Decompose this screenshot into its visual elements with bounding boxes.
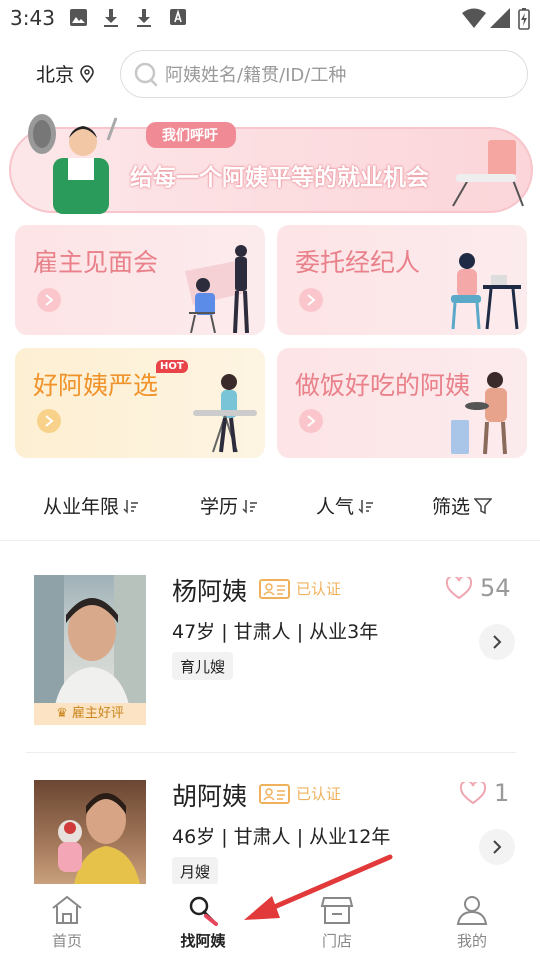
card-arrow-icon xyxy=(37,288,61,312)
tab-label: 我的 xyxy=(456,932,487,950)
card-selected-aunt[interactable]: 好阿姨严选 HOT xyxy=(15,348,265,458)
banner-slogan: 给每一个阿姨平等的就业机会 xyxy=(130,165,429,191)
sort-icon xyxy=(123,499,139,514)
filter-screen[interactable]: 筛选 xyxy=(432,492,493,519)
avatar: ♛ 雇主好评 xyxy=(34,575,146,725)
tab-mine[interactable]: 我的 xyxy=(427,894,517,951)
bottom-tab-bar: 首页 找阿姨 门店 我的 xyxy=(0,884,540,960)
card-good-cook[interactable]: 做饭好吃的阿姨 xyxy=(277,348,527,458)
certified-label: 已认证 xyxy=(296,785,342,803)
tab-home[interactable]: 首页 xyxy=(22,894,112,951)
tab-label: 首页 xyxy=(51,932,82,950)
tab-store[interactable]: 门店 xyxy=(292,894,382,951)
home-icon xyxy=(52,895,82,924)
banner-tag: 我们呼吁 xyxy=(162,128,218,144)
user-icon xyxy=(456,896,488,925)
like-count[interactable]: 1 xyxy=(460,779,509,807)
card-employer-meeting[interactable]: 雇主见面会 xyxy=(15,225,265,335)
sort-icon xyxy=(358,499,374,514)
like-number: 1 xyxy=(494,779,510,807)
avatar xyxy=(34,780,146,884)
heart-icon xyxy=(460,782,486,804)
location-pin-icon xyxy=(80,64,94,83)
filter-label: 人气 xyxy=(316,496,355,518)
divider xyxy=(26,752,516,753)
location-selector[interactable]: 北京 xyxy=(36,60,94,87)
job-tag: 月嫂 xyxy=(172,857,219,885)
filter-label: 从业年限 xyxy=(43,496,120,518)
badge-label: 雇主好评 xyxy=(71,706,124,721)
download-icon xyxy=(103,9,119,27)
promo-banner[interactable]: 我们呼吁 给每一个阿姨平等的就业机会 xyxy=(8,110,534,214)
filter-label: 筛选 xyxy=(432,496,471,518)
aunt-name: 杨阿姨 xyxy=(172,577,248,606)
location-label: 北京 xyxy=(36,64,75,86)
ironing-illustration xyxy=(193,374,257,453)
filter-popularity[interactable]: 人气 xyxy=(316,492,374,519)
certified-badge: 已认证 xyxy=(259,783,341,804)
id-card-icon xyxy=(259,578,290,599)
job-tag: 育儿嫂 xyxy=(172,652,234,680)
filter-experience[interactable]: 从业年限 xyxy=(43,492,139,519)
filter-education[interactable]: 学历 xyxy=(200,492,258,519)
tab-find-aunt[interactable]: 找阿姨 xyxy=(158,894,248,951)
text-notification-icon xyxy=(170,9,186,25)
filter-bar: 从业年限 学历 人气 筛选 xyxy=(0,480,540,532)
image-notification-icon xyxy=(70,9,87,26)
card-delegate-agent[interactable]: 委托经纪人 xyxy=(277,225,527,335)
chevron-right-icon[interactable] xyxy=(479,624,515,660)
battery-icon xyxy=(518,8,530,34)
card-arrow-icon xyxy=(299,288,323,312)
signal-icon xyxy=(490,8,510,32)
tab-label: 门店 xyxy=(321,932,352,950)
divider xyxy=(0,540,540,541)
search-icon xyxy=(134,62,158,87)
certified-label: 已认证 xyxy=(296,580,342,598)
aunt-info: 47岁 | 甘肃人 | 从业3年 xyxy=(172,621,379,643)
download-icon xyxy=(136,9,152,27)
id-card-icon xyxy=(259,783,290,804)
wifi-icon xyxy=(462,8,486,32)
tab-label: 找阿姨 xyxy=(180,932,226,950)
crown-icon: ♛ xyxy=(56,706,68,721)
card-title: 做饭好吃的阿姨 xyxy=(295,371,471,400)
card-arrow-icon xyxy=(299,409,323,433)
like-number: 54 xyxy=(480,574,511,602)
status-time: 3:43 xyxy=(10,6,55,30)
aunt-info: 46岁 | 甘肃人 | 从业12年 xyxy=(172,826,391,848)
filter-label: 学历 xyxy=(200,496,239,518)
cooking-illustration xyxy=(451,372,507,455)
search-placeholder: 阿姨姓名/籍贯/ID/工种 xyxy=(165,65,347,86)
like-count[interactable]: 54 xyxy=(446,574,511,602)
search-person-icon xyxy=(189,896,218,926)
heart-icon xyxy=(446,577,472,599)
store-icon xyxy=(320,897,354,924)
card-title: 委托经纪人 xyxy=(295,248,421,277)
sort-icon xyxy=(242,499,258,514)
meeting-illustration xyxy=(185,245,249,333)
card-arrow-icon xyxy=(37,409,61,433)
employer-praise-badge: ♛ 雇主好评 xyxy=(34,703,146,725)
funnel-icon xyxy=(474,497,493,514)
card-title: 好阿姨严选 xyxy=(33,371,159,400)
certified-badge: 已认证 xyxy=(259,578,341,599)
agent-illustration xyxy=(451,253,521,330)
card-title: 雇主见面会 xyxy=(33,248,159,277)
search-input[interactable]: 阿姨姓名/籍贯/ID/工种 xyxy=(120,50,528,98)
status-bar: 3:43 xyxy=(0,0,540,36)
chevron-right-icon[interactable] xyxy=(479,829,515,865)
hot-badge: HOT xyxy=(156,360,188,373)
aunt-name: 胡阿姨 xyxy=(172,782,248,811)
